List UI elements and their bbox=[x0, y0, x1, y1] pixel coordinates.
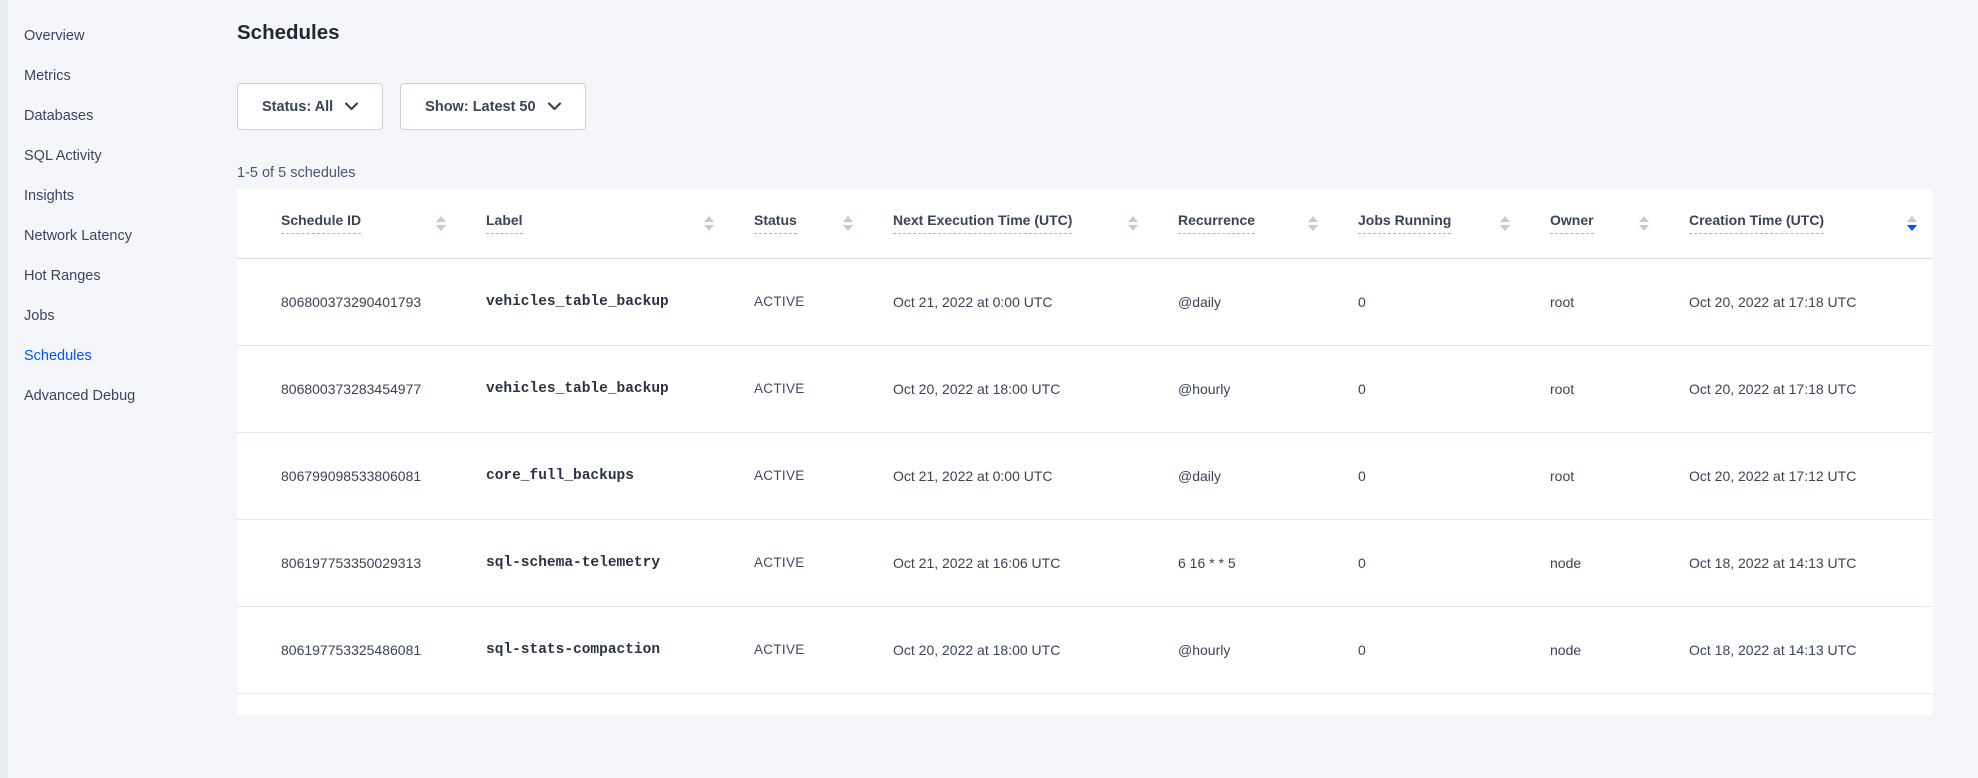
sort-icon bbox=[843, 216, 853, 231]
column-label: Creation Time (UTC) bbox=[1689, 212, 1824, 234]
jobs-running-cell: 0 bbox=[1334, 258, 1526, 345]
next-execution-cell: Oct 21, 2022 at 16:06 UTC bbox=[869, 519, 1154, 606]
recurrence-cell: @daily bbox=[1154, 258, 1334, 345]
show-latest-dropdown[interactable]: Show: Latest 50 bbox=[400, 83, 585, 130]
chevron-down-icon bbox=[548, 102, 561, 111]
next-execution-cell: Oct 21, 2022 at 0:00 UTC bbox=[869, 432, 1154, 519]
sidebar-item-jobs[interactable]: Jobs bbox=[8, 296, 237, 336]
owner-cell: root bbox=[1526, 258, 1665, 345]
sort-icon bbox=[1128, 216, 1138, 231]
sort-icon bbox=[1639, 216, 1649, 231]
sidebar-item-network-latency[interactable]: Network Latency bbox=[8, 216, 237, 256]
schedule-id-cell: 806800373283454977 bbox=[237, 345, 462, 432]
table-row: 806800373290401793 vehicles_table_backup… bbox=[237, 258, 1933, 345]
column-label: Schedule ID bbox=[281, 212, 361, 234]
table-row: 806799098533806081 core_full_backups ACT… bbox=[237, 432, 1933, 519]
status-cell: ACTIVE bbox=[730, 519, 869, 606]
creation-time-cell: Oct 18, 2022 at 14:13 UTC bbox=[1665, 606, 1933, 693]
column-header-status[interactable]: Status bbox=[730, 189, 869, 258]
owner-cell: node bbox=[1526, 606, 1665, 693]
schedules-table-card: Schedule ID Label Status bbox=[237, 189, 1933, 715]
schedule-id-cell: 806197753325486081 bbox=[237, 606, 462, 693]
recurrence-cell: @hourly bbox=[1154, 345, 1334, 432]
status-cell: ACTIVE bbox=[730, 606, 869, 693]
status-filter-label: Status: All bbox=[262, 99, 333, 115]
table-header-row: Schedule ID Label Status bbox=[237, 189, 1933, 258]
status-filter-dropdown[interactable]: Status: All bbox=[237, 83, 383, 130]
column-header-creation-time[interactable]: Creation Time (UTC) bbox=[1665, 189, 1933, 258]
recurrence-cell: 6 16 * * 5 bbox=[1154, 519, 1334, 606]
column-label: Jobs Running bbox=[1358, 212, 1451, 234]
sort-icon bbox=[1308, 216, 1318, 231]
column-header-owner[interactable]: Owner bbox=[1526, 189, 1665, 258]
column-label: Owner bbox=[1550, 212, 1594, 234]
schedule-id-cell: 806799098533806081 bbox=[237, 432, 462, 519]
table-row: 806800373283454977 vehicles_table_backup… bbox=[237, 345, 1933, 432]
main-content: Schedules Status: All Show: Latest 50 1-… bbox=[237, 0, 1978, 778]
next-execution-cell: Oct 20, 2022 at 18:00 UTC bbox=[869, 345, 1154, 432]
sort-icon bbox=[436, 216, 446, 231]
table-row: 806197753350029313 sql-schema-telemetry … bbox=[237, 519, 1933, 606]
label-cell: core_full_backups bbox=[462, 432, 730, 519]
column-label: Recurrence bbox=[1178, 212, 1255, 234]
next-execution-cell: Oct 21, 2022 at 0:00 UTC bbox=[869, 258, 1154, 345]
creation-time-cell: Oct 18, 2022 at 14:13 UTC bbox=[1665, 519, 1933, 606]
recurrence-cell: @daily bbox=[1154, 432, 1334, 519]
column-header-schedule-id[interactable]: Schedule ID bbox=[237, 189, 462, 258]
label-cell: sql-schema-telemetry bbox=[462, 519, 730, 606]
jobs-running-cell: 0 bbox=[1334, 606, 1526, 693]
column-header-jobs-running[interactable]: Jobs Running bbox=[1334, 189, 1526, 258]
next-execution-cell: Oct 20, 2022 at 18:00 UTC bbox=[869, 606, 1154, 693]
jobs-running-cell: 0 bbox=[1334, 519, 1526, 606]
sort-icon bbox=[704, 216, 714, 231]
status-cell: ACTIVE bbox=[730, 258, 869, 345]
show-latest-label: Show: Latest 50 bbox=[425, 99, 535, 115]
label-cell: sql-stats-compaction bbox=[462, 606, 730, 693]
creation-time-cell: Oct 20, 2022 at 17:18 UTC bbox=[1665, 345, 1933, 432]
sidebar-item-insights[interactable]: Insights bbox=[8, 176, 237, 216]
owner-cell: root bbox=[1526, 345, 1665, 432]
label-cell: vehicles_table_backup bbox=[462, 258, 730, 345]
owner-cell: node bbox=[1526, 519, 1665, 606]
sidebar-item-overview[interactable]: Overview bbox=[8, 16, 237, 56]
sidebar: Overview Metrics Databases SQL Activity … bbox=[8, 0, 237, 778]
sort-icon-active-desc bbox=[1907, 216, 1917, 231]
column-label: Label bbox=[486, 212, 523, 234]
sidebar-item-hot-ranges[interactable]: Hot Ranges bbox=[8, 256, 237, 296]
sidebar-item-metrics[interactable]: Metrics bbox=[8, 56, 237, 96]
jobs-running-cell: 0 bbox=[1334, 432, 1526, 519]
schedules-table: Schedule ID Label Status bbox=[237, 189, 1933, 694]
results-count: 1-5 of 5 schedules bbox=[237, 165, 1978, 181]
jobs-running-cell: 0 bbox=[1334, 345, 1526, 432]
status-cell: ACTIVE bbox=[730, 432, 869, 519]
sort-icon bbox=[1500, 216, 1510, 231]
chevron-down-icon bbox=[345, 102, 358, 111]
column-label: Status bbox=[754, 212, 797, 234]
filter-bar: Status: All Show: Latest 50 bbox=[237, 83, 1978, 130]
sidebar-item-schedules[interactable]: Schedules bbox=[8, 336, 237, 376]
sidebar-item-databases[interactable]: Databases bbox=[8, 96, 237, 136]
column-label: Next Execution Time (UTC) bbox=[893, 212, 1072, 234]
schedule-id-cell: 806800373290401793 bbox=[237, 258, 462, 345]
recurrence-cell: @hourly bbox=[1154, 606, 1334, 693]
column-header-recurrence[interactable]: Recurrence bbox=[1154, 189, 1334, 258]
creation-time-cell: Oct 20, 2022 at 17:12 UTC bbox=[1665, 432, 1933, 519]
creation-time-cell: Oct 20, 2022 at 17:18 UTC bbox=[1665, 258, 1933, 345]
label-cell: vehicles_table_backup bbox=[462, 345, 730, 432]
table-row: 806197753325486081 sql-stats-compaction … bbox=[237, 606, 1933, 693]
owner-cell: root bbox=[1526, 432, 1665, 519]
sidebar-item-sql-activity[interactable]: SQL Activity bbox=[8, 136, 237, 176]
window-edge bbox=[0, 0, 8, 778]
status-cell: ACTIVE bbox=[730, 345, 869, 432]
column-header-label[interactable]: Label bbox=[462, 189, 730, 258]
page-title: Schedules bbox=[237, 20, 1978, 46]
column-header-next-execution-time[interactable]: Next Execution Time (UTC) bbox=[869, 189, 1154, 258]
schedule-id-cell: 806197753350029313 bbox=[237, 519, 462, 606]
sidebar-item-advanced-debug[interactable]: Advanced Debug bbox=[8, 376, 237, 416]
